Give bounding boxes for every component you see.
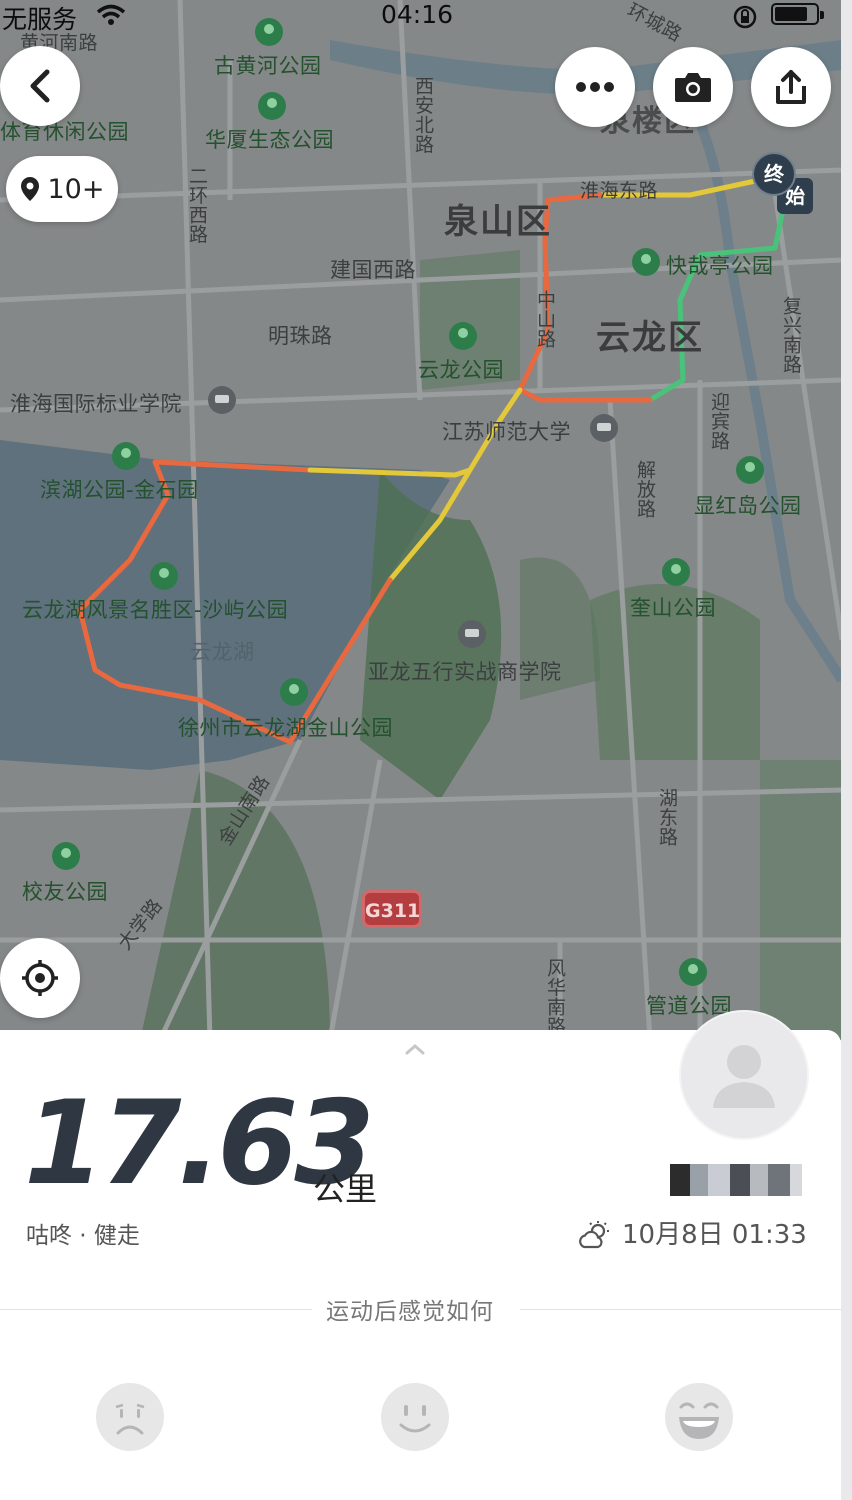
school-icon (590, 414, 618, 442)
camera-button[interactable] (653, 47, 733, 127)
park-icon (112, 442, 140, 470)
camera-icon (675, 73, 711, 102)
partly-cloudy-icon (579, 1220, 609, 1248)
feeling-prompt: 运动后感觉如何 (326, 1299, 494, 1325)
distance-unit: 公里 (313, 1170, 378, 1208)
locate-target-icon (22, 960, 58, 996)
share-icon (776, 70, 806, 104)
map-label-road: 中山路 (534, 290, 556, 349)
map-label-park: 徐州市云龙湖金山公园 (178, 716, 393, 740)
photo-count-label: 10+ (47, 173, 105, 205)
school-icon (208, 386, 236, 414)
run-detail-screen: 古黄河公园 华厦生态公园 黄河南路 体育休闲公园 西安北路 二环西路 建国西路 … (0, 0, 852, 1500)
redaction-block (670, 1164, 690, 1196)
feeling-sad-button[interactable] (96, 1383, 164, 1451)
smile-face-icon (399, 1405, 431, 1433)
map-label-park: 显红岛公园 (694, 494, 802, 518)
park-icon (736, 456, 764, 484)
chevron-up-icon[interactable] (404, 1042, 426, 1056)
map-label-place: 亚龙五行实战商学院 (368, 660, 562, 684)
map-label-park: 云龙公园 (418, 358, 504, 382)
battery-nub (820, 11, 824, 19)
route-end-marker[interactable]: 终 (752, 152, 796, 196)
park-icon (150, 562, 178, 590)
map-label-road: 复兴南路 (780, 296, 802, 374)
redaction-block (768, 1164, 790, 1196)
redaction-block (750, 1164, 768, 1196)
battery-level (775, 7, 807, 21)
map-label-road: 明珠路 (268, 324, 333, 348)
map-label-park: 校友公园 (22, 880, 108, 904)
park-icon (679, 958, 707, 986)
divider-left (0, 1309, 312, 1310)
datetime-text: 10月8日 01:33 (622, 1220, 807, 1250)
photo-filter-pill[interactable]: 10+ (6, 156, 118, 222)
map-label-road: 迎宾路 (708, 392, 730, 451)
status-bar: 无服务 04:16 (0, 0, 842, 34)
map-base (0, 0, 842, 1040)
park-icon (632, 248, 660, 276)
map-label-park: 云龙湖风景名胜区-沙屿公园 (22, 598, 289, 622)
map-label-road: 西安北路 (412, 76, 434, 154)
route-map[interactable]: 古黄河公园 华厦生态公园 黄河南路 体育休闲公园 西安北路 二环西路 建国西路 … (0, 0, 842, 1040)
rotation-lock-icon (732, 4, 758, 35)
map-label-park: 古黄河公园 (214, 54, 322, 78)
map-label-park: 奎山公园 (630, 596, 716, 620)
map-label-road: 风华南路 (544, 958, 566, 1036)
more-button[interactable] (555, 47, 635, 127)
feeling-ok-button[interactable] (381, 1383, 449, 1451)
map-label-place: 江苏师范大学 (442, 420, 571, 444)
map-label-road: 解放路 (634, 460, 656, 519)
back-button[interactable] (0, 46, 80, 126)
clock: 04:16 (381, 0, 454, 29)
divider-right (520, 1309, 841, 1310)
battery-icon (771, 3, 824, 25)
school-icon (458, 620, 486, 648)
park-icon (662, 558, 690, 586)
park-icon (449, 322, 477, 350)
username-redacted (666, 1164, 806, 1198)
redaction-block (708, 1164, 730, 1196)
map-label-road: 湖东路 (656, 788, 678, 847)
sad-face-icon (115, 1403, 145, 1435)
screen-edge (841, 0, 852, 1500)
user-avatar-icon (713, 1045, 775, 1108)
locate-button[interactable] (0, 938, 80, 1018)
park-icon (52, 842, 80, 870)
map-label-park: 滨湖公园-金石园 (40, 478, 199, 502)
share-button[interactable] (751, 47, 831, 127)
map-label-lake: 云龙湖 (190, 640, 255, 664)
avatar[interactable] (679, 1010, 809, 1140)
map-label-place: 淮海国际标业学院 (10, 392, 182, 416)
redaction-block (790, 1164, 802, 1196)
district-label: 泉山区 (444, 202, 552, 242)
workout-datetime: 10月8日 01:33 (578, 1214, 807, 1251)
map-label-road: 二环西路 (186, 166, 208, 244)
redaction-block (690, 1164, 708, 1196)
wifi-icon (96, 4, 126, 32)
map-label-road: 建国西路 (330, 258, 416, 282)
laugh-face-icon (679, 1402, 719, 1439)
highway-badge: G311 (362, 890, 422, 928)
chevron-left-icon (30, 69, 50, 103)
activity-type: 咕咚 · 健走 (26, 1223, 140, 1249)
map-label-park: 华厦生态公园 (205, 128, 334, 152)
park-icon (280, 678, 308, 706)
district-label: 云龙区 (596, 318, 704, 358)
carrier-label: 无服务 (2, 5, 78, 34)
location-pin-icon (20, 177, 39, 201)
map-label-road: 淮海东路 (580, 180, 659, 202)
map-label-park: 快哉亭公园 (666, 254, 774, 278)
park-icon (258, 92, 286, 120)
redaction-block (730, 1164, 750, 1196)
feeling-great-button[interactable] (665, 1383, 733, 1451)
more-dots-icon (576, 82, 614, 92)
